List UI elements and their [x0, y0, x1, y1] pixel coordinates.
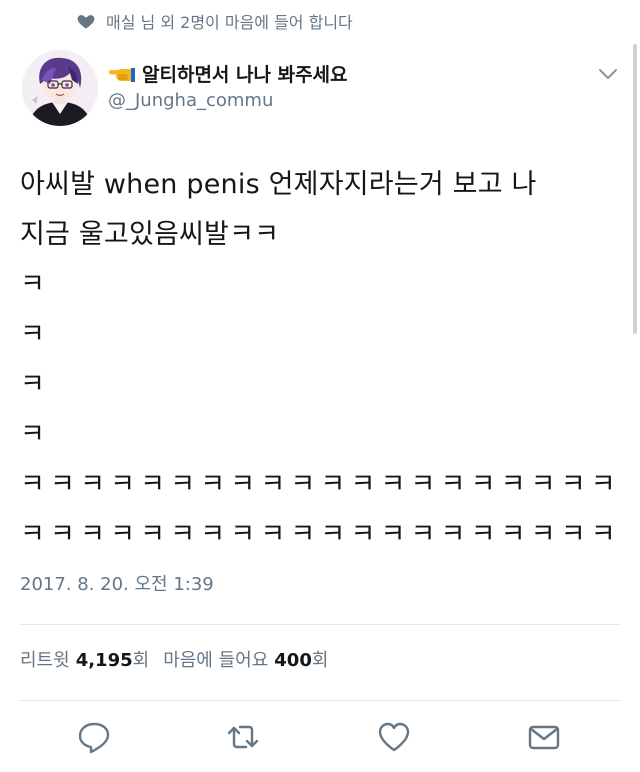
- likes-stat[interactable]: 마음에 들어요 400회: [163, 646, 328, 672]
- retweet-button[interactable]: [226, 720, 260, 754]
- like-button[interactable]: [377, 720, 411, 754]
- tweet-line: ㅋㅋㅋㅋㅋㅋㅋㅋㅋㅋㅋㅋㅋㅋㅋㅋㅋㅋㅋㅋ: [20, 469, 621, 500]
- tweet-line: ㅋㅋㅋㅋㅋㅋㅋㅋㅋㅋㅋㅋㅋㅋㅋㅋㅋㅋㅋㅋ: [20, 519, 621, 550]
- chevron-down-icon[interactable]: [596, 62, 620, 86]
- tweet-timestamp: 2017. 8. 20. 오전 1:39: [20, 574, 214, 595]
- likes-label: 마음에 들어요: [163, 650, 269, 671]
- tweet-line: ㅋ: [20, 269, 46, 300]
- tweet-line: ㅋ: [20, 319, 46, 350]
- tweet-detail-page: 매실 님 외 2명이 마음에 들어 합니다 알티하면서 나나 봐주세요 @_Ju…: [0, 0, 640, 772]
- social-context[interactable]: 매실 님 외 2명이 마음에 들어 합니다: [76, 9, 353, 33]
- avatar-illustration: [22, 50, 98, 126]
- retweets-stat[interactable]: 리트윗 4,195회: [20, 646, 149, 672]
- divider: [20, 624, 620, 625]
- share-button[interactable]: [527, 720, 561, 754]
- tweet-line: 아씨발 when penis 언제자지라는거 보고 나: [20, 169, 537, 200]
- tweet-line: 지금 울고있음씨발ㅋㅋ: [20, 219, 280, 250]
- retweet-icon: [227, 725, 259, 749]
- reply-button[interactable]: [77, 720, 111, 754]
- like-icon: [378, 722, 410, 752]
- tweet-header: 알티하면서 나나 봐주세요 @_Jungha_commu: [22, 50, 620, 130]
- likes-count: 400: [274, 650, 312, 671]
- retweets-label: 리트윗: [20, 650, 70, 671]
- display-name-text: 알티하면서 나나 봐주세요: [142, 64, 348, 86]
- backhand-index-pointing-left-emoji: [109, 67, 135, 82]
- tweet-stats: 리트윗 4,195회 마음에 들어요 400회: [20, 646, 328, 672]
- divider: [20, 700, 620, 701]
- tweet-text: 아씨발 when penis 언제자지라는거 보고 나 지금 울고있음씨발ㅋㅋ …: [20, 160, 620, 560]
- scrollbar[interactable]: [633, 44, 637, 334]
- heart-icon: [77, 15, 95, 29]
- avatar[interactable]: [22, 50, 98, 126]
- user-handle[interactable]: @_Jungha_commu: [108, 90, 273, 111]
- display-name[interactable]: 알티하면서 나나 봐주세요: [108, 60, 348, 87]
- retweets-count: 4,195: [75, 650, 133, 671]
- retweets-unit: 회: [132, 650, 150, 671]
- share-icon: [528, 725, 560, 750]
- likes-unit: 회: [311, 650, 329, 671]
- tweet-line: ㅋ: [20, 419, 46, 450]
- reply-icon: [78, 722, 110, 754]
- social-context-text: 매실 님 외 2명이 마음에 들어 합니다: [106, 13, 353, 32]
- tweet-line: ㅋ: [20, 369, 46, 400]
- tweet-actions: [0, 712, 640, 762]
